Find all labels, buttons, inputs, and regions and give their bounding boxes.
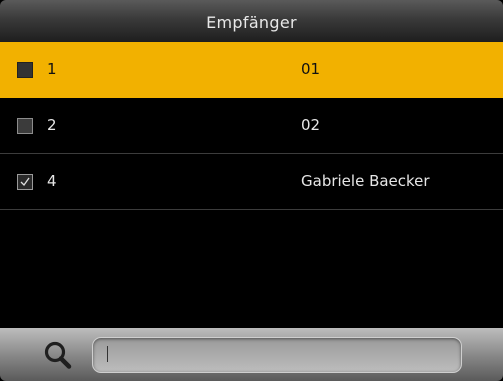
recipient-screen: Empfänger 1 01 2 02 4 Gabriele Baecker [0,0,503,381]
page-title: Empfänger [206,12,297,32]
checkbox-checked[interactable] [17,174,33,190]
recipient-name: 01 [301,60,321,78]
list-item[interactable]: 4 Gabriele Baecker [0,154,503,210]
recipient-name: Gabriele Baecker [301,172,430,190]
recipient-id: 1 [47,60,57,78]
checkbox[interactable] [17,118,33,134]
recipient-name: 02 [301,116,321,134]
search-bar [0,328,503,381]
list-item[interactable]: 1 01 [0,42,503,98]
recipient-id: 2 [47,116,57,134]
recipient-list: 1 01 2 02 4 Gabriele Baecker [0,42,503,210]
checkmark-icon [20,177,30,187]
title-bar: Empfänger [0,0,503,42]
checkbox[interactable] [17,62,33,78]
search-input[interactable] [92,337,462,373]
recipient-id: 4 [47,172,57,190]
list-item[interactable]: 2 02 [0,98,503,154]
text-cursor [107,346,108,362]
search-icon[interactable] [42,340,76,370]
